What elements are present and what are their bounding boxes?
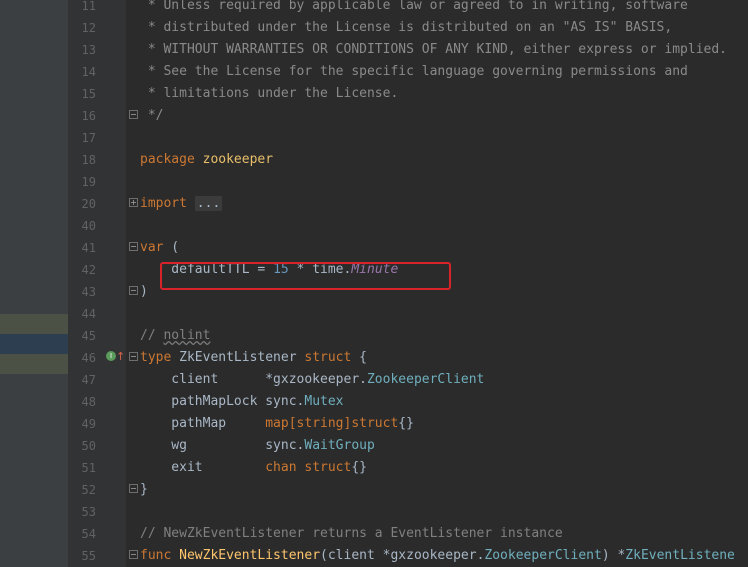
code-line: var ( [140, 237, 179, 259]
fold-end-icon[interactable] [129, 286, 138, 295]
code-line: func NewZkEventListener(client *gxzookee… [140, 545, 735, 567]
keyword: struct [304, 350, 352, 365]
code-text: client *gxzookeeper. [140, 372, 367, 387]
code-text: {} [398, 416, 414, 431]
line-number: 48 [81, 395, 96, 409]
line-number: 55 [81, 549, 96, 563]
line-number: 50 [81, 439, 96, 453]
code-text: ( [163, 240, 180, 255]
line-number: 53 [81, 505, 96, 519]
code-line: */ [140, 108, 164, 123]
comment: // [140, 328, 164, 343]
type-ref: ZookeeperClient [484, 548, 602, 563]
comment: returns a EventListener instance [312, 526, 563, 541]
type-ref: ZookeeperClient [366, 372, 485, 387]
line-number: 16 [81, 109, 96, 123]
line-number: 44 [81, 307, 96, 321]
keyword: map[string]struct [265, 416, 399, 431]
panel-highlight [0, 314, 68, 334]
keyword: import [140, 196, 187, 211]
line-number: 49 [81, 417, 96, 431]
line-number: 41 [81, 241, 96, 255]
fold-collapse-icon[interactable] [129, 242, 138, 251]
up-arrow-icon[interactable]: ↑ [116, 350, 125, 363]
code-line: import ... [140, 193, 223, 215]
type-name: ZkEventListener [171, 350, 305, 365]
code-line: * WITHOUT WARRANTIES OR CONDITIONS OF AN… [140, 42, 727, 57]
comment: // NewZkEventListener [140, 526, 313, 541]
code-line: // nolint [140, 325, 210, 347]
line-number: 51 [81, 461, 96, 475]
line-number: 17 [81, 131, 96, 145]
implemented-icon[interactable]: I [106, 351, 116, 361]
code-line: type ZkEventListener struct { [140, 347, 367, 369]
keyword: chan struct [265, 460, 352, 475]
code-line: wg sync.WaitGroup [140, 435, 375, 457]
line-number: 18 [81, 153, 96, 167]
line-number: 52 [81, 483, 96, 497]
panel-selection [0, 334, 68, 354]
code-line: exit chan struct{} [140, 457, 367, 479]
code-text: ) * [601, 548, 626, 563]
code-text: wg sync. [140, 438, 305, 453]
keyword: type [140, 350, 172, 365]
type-ref: Mutex [304, 394, 344, 409]
line-number: 14 [81, 65, 96, 79]
code-line: pathMap map[string]struct{} [140, 413, 414, 435]
function-name: NewZkEventListener [171, 548, 321, 563]
code-line: * Unless required by applicable law or a… [140, 0, 688, 13]
code-line: client *gxzookeeper.ZookeeperClient [140, 369, 484, 391]
code-text: { [351, 350, 367, 365]
code-text: (client *gxzookeeper. [320, 548, 485, 563]
line-number: 45 [81, 329, 96, 343]
fold-collapse-icon[interactable] [129, 550, 138, 559]
code-line: * limitations under the License. [140, 86, 399, 101]
line-number: 19 [81, 175, 96, 189]
folded-imports[interactable]: ... [194, 196, 223, 211]
package-name: zookeeper [202, 152, 274, 167]
code-line: pathMapLock sync.Mutex [140, 391, 344, 413]
code-line: // NewZkEventListener returns a EventLis… [140, 523, 563, 545]
code-text: {} [351, 460, 367, 475]
fold-end-icon[interactable] [129, 484, 138, 493]
code-text: pathMap [140, 416, 266, 431]
fold-end-icon[interactable] [129, 110, 138, 119]
keyword: func [140, 548, 172, 563]
fold-expand-icon[interactable] [129, 198, 138, 207]
project-panel [0, 0, 68, 567]
code-text: exit [140, 460, 266, 475]
panel-highlight [0, 354, 68, 374]
line-number: 43 [81, 285, 96, 299]
code-line: * See the License for the specific langu… [140, 64, 688, 79]
keyword: package [140, 152, 195, 167]
code-line: package zookeeper [140, 149, 273, 171]
code-line: } [140, 482, 148, 497]
line-number: 13 [81, 43, 96, 57]
code-line: ) [140, 284, 148, 299]
code-line: * distributed under the License is distr… [140, 20, 673, 35]
type-ref: WaitGroup [304, 438, 375, 453]
line-number: 15 [81, 87, 96, 101]
line-number: 11 [81, 0, 96, 13]
line-number: 54 [81, 527, 96, 541]
type-ref: ZkEventListene [625, 548, 735, 563]
line-number: 42 [81, 263, 96, 277]
line-number: 46 [81, 351, 96, 365]
line-number: 12 [81, 21, 96, 35]
line-number: 40 [81, 219, 96, 233]
comment: nolint [163, 328, 211, 343]
keyword: var [140, 240, 164, 255]
code-text: pathMapLock sync. [140, 394, 305, 409]
annotation-highlight-box [160, 262, 451, 290]
fold-collapse-icon[interactable] [129, 352, 138, 361]
line-number: 47 [81, 373, 96, 387]
line-number: 20 [81, 197, 96, 211]
